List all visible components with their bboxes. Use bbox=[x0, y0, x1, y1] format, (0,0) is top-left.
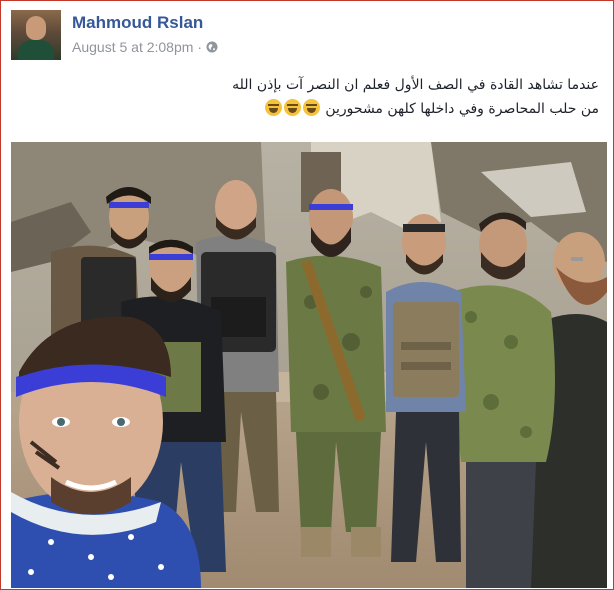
post-caption: عندما تشاهد القادة في الصف الأول فعلم ان… bbox=[39, 73, 599, 121]
facebook-post: Mahmoud Rslan August 5 at 2:08pm · عندما… bbox=[0, 0, 614, 590]
avatar-face bbox=[26, 16, 46, 40]
caption-line-2: من حلب المحاصرة وفي داخلها كلهن مشحورين bbox=[39, 97, 599, 121]
globe-icon[interactable] bbox=[206, 41, 218, 53]
author-avatar[interactable] bbox=[11, 10, 61, 60]
avatar-shirt bbox=[18, 40, 54, 60]
post-meta: August 5 at 2:08pm · bbox=[72, 39, 218, 55]
group-selfie-photo[interactable] bbox=[11, 142, 607, 588]
meta-separator: · bbox=[197, 39, 203, 55]
laughing-emoji-icon bbox=[283, 99, 301, 116]
laughing-emoji-icon bbox=[264, 99, 282, 116]
photo-illustration bbox=[11, 142, 607, 588]
post-timestamp[interactable]: August 5 at 2:08pm bbox=[72, 39, 193, 55]
author-name-link[interactable]: Mahmoud Rslan bbox=[72, 13, 203, 33]
caption-line-2-text: من حلب المحاصرة وفي داخلها كلهن مشحورين bbox=[325, 101, 599, 117]
caption-line-1: عندما تشاهد القادة في الصف الأول فعلم ان… bbox=[232, 77, 599, 93]
laughing-emoji-icon bbox=[302, 99, 320, 116]
